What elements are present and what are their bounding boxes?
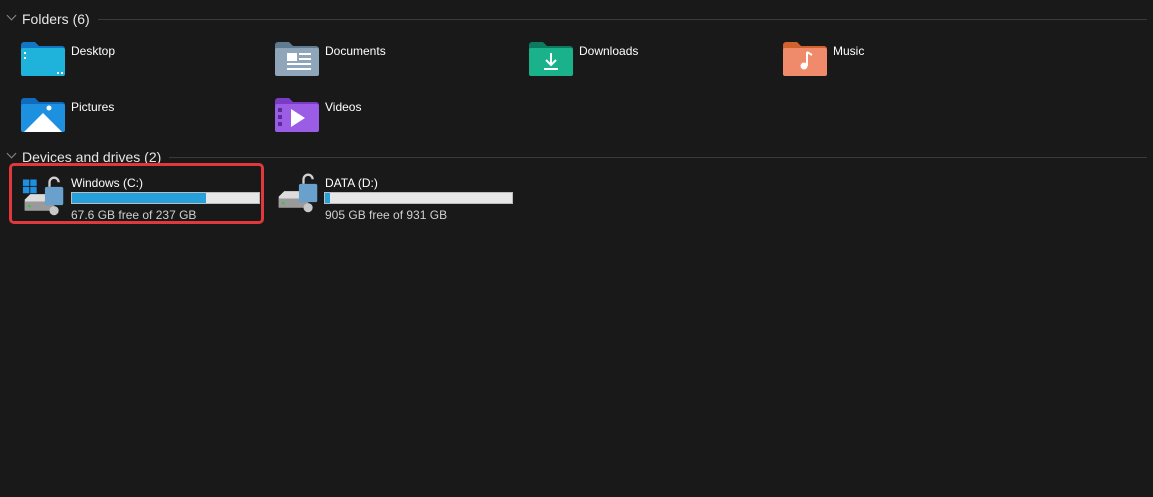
drive-c[interactable]: Windows (C:) 67.6 GB free of 237 GB [9,163,264,224]
drive-lock-icon [278,173,318,213]
drive-name: DATA (D:) [325,176,378,190]
folder-label: Music [833,44,865,58]
divider [169,156,1147,158]
drive-d[interactable]: DATA (D:) 905 GB free of 931 GB [266,163,521,224]
section-title: Folders (6) [22,11,90,27]
folder-videos[interactable]: Videos [274,96,528,152]
drive-usage-bar [71,192,260,204]
folder-label: Downloads [579,44,639,58]
folder-desktop[interactable]: Desktop [20,40,274,96]
folders-section-header[interactable]: Folders (6) [0,9,1147,29]
folder-label: Videos [325,100,362,114]
pictures-folder-icon [21,98,65,132]
videos-folder-icon [275,98,319,132]
folder-label: Documents [325,44,386,58]
music-folder-icon [783,42,827,76]
folder-downloads[interactable]: Downloads [528,40,782,96]
chevron-down-icon[interactable] [2,9,22,29]
drive-free-space: 905 GB free of 931 GB [325,208,448,222]
downloads-folder-icon [529,42,573,76]
drive-name: Windows (C:) [71,176,144,190]
folder-pictures[interactable]: Pictures [20,96,274,152]
drive-usage-fill [325,193,331,203]
desktop-folder-icon [21,42,65,76]
folder-documents[interactable]: Documents [274,40,528,96]
folder-label: Pictures [71,100,115,114]
drive-usage-bar [324,192,513,204]
windows-drive-lock-icon [22,176,64,216]
documents-folder-icon [275,42,319,76]
drive-usage-fill [72,193,206,203]
folder-music[interactable]: Music [782,40,1036,96]
divider [97,18,1147,20]
folder-label: Desktop [71,44,116,58]
drive-free-space: 67.6 GB free of 237 GB [71,208,197,222]
